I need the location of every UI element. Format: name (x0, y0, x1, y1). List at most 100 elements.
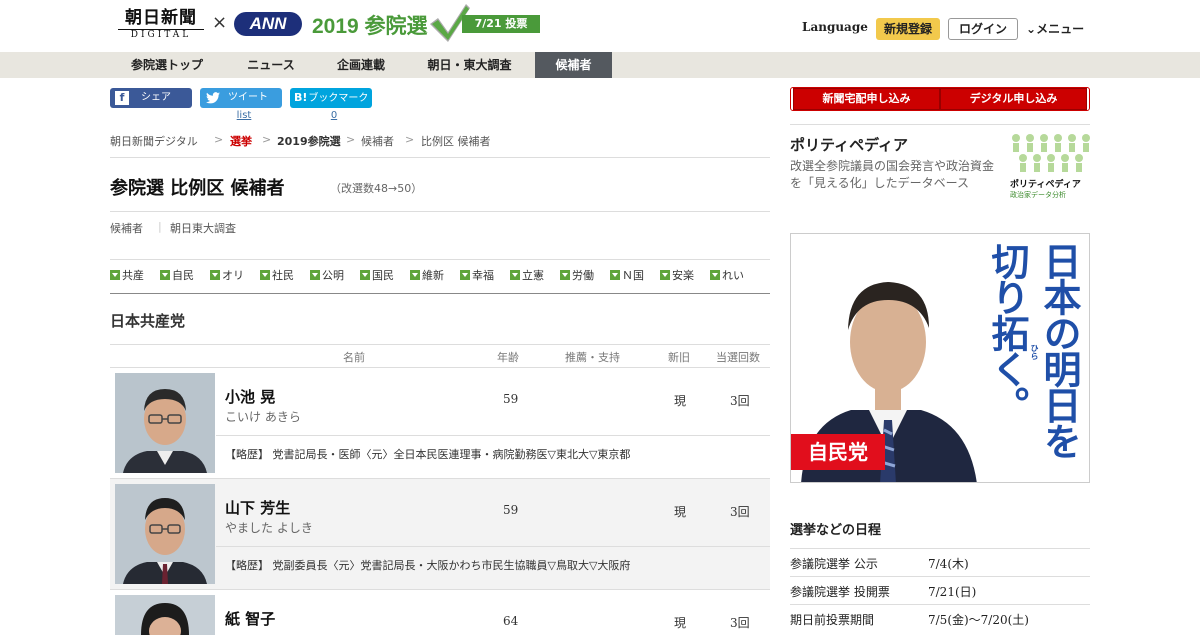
politypedia-title[interactable]: ポリティペディア (790, 134, 908, 155)
register-button[interactable]: 新規登録 (876, 18, 940, 40)
party-tab-anraku[interactable]: 安楽 (660, 267, 694, 283)
party-tab-label: 立憲 (522, 269, 544, 282)
party-tab-roudou[interactable]: 労働 (560, 267, 594, 283)
person-portrait-icon (115, 373, 215, 473)
party-tab-reiwa[interactable]: れい (710, 267, 744, 283)
party-tab-cdp[interactable]: 立憲 (510, 267, 544, 283)
facebook-icon: f (115, 91, 129, 105)
vote-date-badge: 7/21 投票 (462, 15, 540, 33)
column-header-name: 名前 (343, 351, 365, 364)
subtab-candidates[interactable]: 候補者 (110, 220, 143, 236)
column-header-age: 年齢 (497, 351, 519, 364)
asahi-digital-logo[interactable]: 朝日新聞 DIGITAL (118, 8, 204, 40)
ad-slogan-line-1: 日本の明日を (1037, 242, 1081, 458)
party-tab-komeito[interactable]: 公明 (310, 267, 344, 283)
breadcrumb-2019[interactable]: 2019参院選 (277, 133, 341, 149)
subscribe-paper-button[interactable]: 新聞宅配申し込み (793, 88, 940, 110)
breadcrumb-separator: > (214, 133, 224, 146)
party-tab-label: 維新 (422, 269, 444, 282)
nav-item-top[interactable]: 参院選トップ (110, 52, 224, 78)
divider (110, 344, 770, 345)
party-tab-jcp[interactable]: 共産 (110, 267, 144, 283)
login-button[interactable]: ログイン (948, 18, 1018, 40)
candidate-status: 現 (674, 394, 687, 408)
candidate-name[interactable]: 紙 智子 (225, 608, 275, 629)
divider (110, 157, 770, 158)
arrow-down-icon (360, 270, 370, 280)
party-tab-label: 幸福 (472, 269, 494, 282)
ad-slogan: 日本の明日を 切り拓く。 ひら (985, 242, 1085, 478)
party-tab-dpfp[interactable]: 国民 (360, 267, 394, 283)
election-logo[interactable]: 2019 参院選 (312, 10, 428, 40)
schedule-label: 参議院選挙 投開票 (790, 585, 890, 599)
twitter-bird-icon (206, 92, 220, 104)
divider (110, 293, 770, 294)
arrow-down-icon (610, 270, 620, 280)
hatena-count-link[interactable]: 0 (293, 110, 375, 121)
menu-label: メニュー (1036, 22, 1085, 36)
politypedia-logo-subtext: 政治家データ分析 (1010, 191, 1066, 199)
candidate-row[interactable]: 紙 智子 64 現 3回 (110, 590, 770, 635)
candidate-name[interactable]: 山下 芳生 (225, 497, 290, 518)
candidate-name[interactable]: 小池 晃 (225, 386, 275, 407)
ad-party-badge: 自民党 (791, 434, 885, 470)
party-tab-label: 社民 (272, 269, 294, 282)
logo-cross: × (212, 12, 228, 33)
party-tab-label: れい (722, 269, 744, 282)
party-tab-label: 安楽 (672, 269, 694, 282)
nav-item-series[interactable]: 企画連載 (318, 52, 404, 78)
party-tab-ldp[interactable]: 自民 (160, 267, 194, 283)
schedule-row: 参議院選挙 投開票 7/21(日) (790, 576, 1090, 604)
party-tab-ori[interactable]: オリ (210, 267, 244, 283)
politypedia-logo[interactable]: ポリティペディア 政治家データ分析 (1010, 132, 1090, 199)
breadcrumb-separator: > (405, 133, 415, 146)
subtab-survey[interactable]: 朝日東大調査 (170, 220, 236, 236)
schedule-row: 期日前投票期間 7/5(金)～7/20(土) (790, 604, 1090, 632)
party-tab-nhk[interactable]: Ｎ国 (610, 267, 644, 283)
party-tab-koufuku[interactable]: 幸福 (460, 267, 494, 283)
menu-button[interactable]: ⌄メニュー (1026, 20, 1084, 37)
breadcrumb-election[interactable]: 選挙 (230, 133, 252, 149)
twitter-count-link[interactable]: list (203, 110, 285, 121)
party-tab-label: 自民 (172, 269, 194, 282)
candidate-times: 3回 (730, 505, 750, 519)
ad-ruby: ひら (1030, 344, 1039, 360)
page-title: 参院選 比例区 候補者 (110, 178, 285, 199)
breadcrumb-candidates[interactable]: 候補者 (361, 133, 394, 149)
hatena-b-icon: B! (294, 91, 308, 104)
nav-item-survey[interactable]: 朝日・東大調査 (404, 52, 535, 78)
arrow-down-icon (110, 270, 120, 280)
schedule-date: 7/21(日) (928, 585, 977, 599)
page-subtitle: （改選数48→50） (330, 182, 423, 195)
breadcrumb-current: 比例区 候補者 (421, 135, 491, 148)
person-portrait-icon (115, 595, 215, 635)
twitter-tweet-button[interactable]: ツイート (200, 88, 282, 108)
party-tab-label: 労働 (572, 269, 594, 282)
politypedia-description[interactable]: 改選全参院議員の国会発言や政治資金を「見える化」したデータベース (790, 158, 1005, 192)
candidate-age: 64 (503, 614, 519, 628)
party-tab-label: Ｎ国 (622, 269, 644, 282)
party-tab-label: 共産 (122, 269, 144, 282)
candidate-row[interactable]: 小池 晃 こいけ あきら 59 現 3回 【略歴】 党書記局長・医師〈元〉全日本… (110, 368, 770, 479)
site-header: 朝日新聞 DIGITAL × ANN 2019 参院選 7/21 投票 Lang… (0, 0, 1200, 52)
column-header-status: 新旧 (668, 351, 690, 364)
party-tab-sdp[interactable]: 社民 (260, 267, 294, 283)
hatena-bookmark-button[interactable]: B!ブックマーク (290, 88, 372, 108)
digital-logo-text: DIGITAL (118, 29, 204, 41)
facebook-share-button[interactable]: f シェア (110, 88, 192, 108)
nav-item-news[interactable]: ニュース (224, 52, 318, 78)
ann-logo[interactable]: ANN (234, 12, 302, 36)
subscribe-digital-button[interactable]: デジタル申し込み (940, 88, 1087, 110)
arrow-down-icon (460, 270, 470, 280)
party-tab-ishin[interactable]: 維新 (410, 267, 444, 283)
column-header-times: 当選回数 (716, 351, 760, 364)
language-link[interactable]: Language (802, 20, 868, 34)
candidate-status: 現 (674, 505, 687, 519)
twitter-tweet-label: ツイート (228, 92, 268, 103)
schedule-row: 参議院選挙 公示 7/4(木) (790, 548, 1090, 576)
nav-item-candidates[interactable]: 候補者 (535, 52, 612, 78)
breadcrumb-home[interactable]: 朝日新聞デジタル (110, 133, 198, 149)
advertisement-banner[interactable]: 日本の明日を 切り拓く。 ひら 自民党 (790, 233, 1090, 483)
divider (110, 211, 770, 212)
candidate-row[interactable]: 山下 芳生 やました よしき 59 現 3回 【略歴】 党副委員長〈元〉党書記局… (110, 479, 770, 590)
